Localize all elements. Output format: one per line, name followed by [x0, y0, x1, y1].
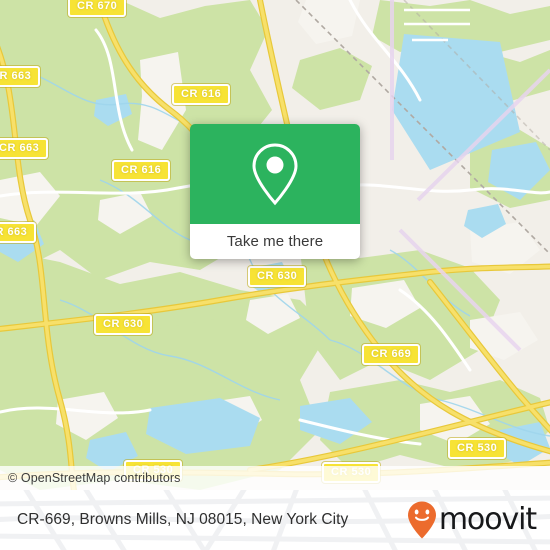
road-shield: CR 669: [362, 344, 421, 365]
road-shield: CR 663: [0, 222, 37, 243]
osm-attribution-text[interactable]: © OpenStreetMap contributors: [0, 471, 181, 485]
moovit-map-screenshot: CR 670 CR 616 CR 663 CR 663 CR 663 CR 61…: [0, 0, 550, 550]
footer-bar: CR-669, Browns Mills, NJ 08015, New York…: [0, 490, 550, 550]
location-title: CR-669, Browns Mills, NJ 08015, New York…: [17, 511, 349, 528]
map-attribution-bar: © OpenStreetMap contributors: [0, 466, 550, 490]
moovit-wordmark: moovit: [438, 502, 537, 537]
moovit-logo[interactable]: moovit: [406, 500, 537, 540]
road-shield: CR 616: [112, 160, 171, 181]
moovit-smiley-pin-icon: [407, 501, 436, 539]
road-shield: CR 663: [0, 66, 41, 87]
map-popup-callout[interactable]: Take me there: [190, 124, 360, 259]
road-shield: CR 616: [172, 84, 231, 105]
road-shield: CR 530: [448, 438, 507, 459]
road-shield: CR 670: [68, 0, 127, 17]
popup-header: [190, 124, 360, 224]
take-me-there-label: Take me there: [226, 233, 324, 250]
road-shield: CR 663: [0, 138, 49, 159]
popup-action-bar[interactable]: Take me there: [190, 224, 360, 259]
road-shield: CR 630: [248, 266, 307, 287]
road-shield: CR 630: [94, 314, 153, 335]
map-canvas[interactable]: CR 670 CR 616 CR 663 CR 663 CR 663 CR 61…: [0, 0, 550, 490]
map-pin-icon: [252, 143, 298, 206]
